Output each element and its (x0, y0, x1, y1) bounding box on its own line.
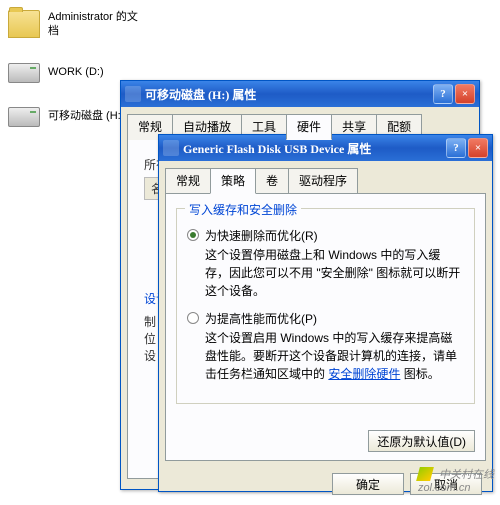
write-cache-group: 写入缓存和安全删除 为快速删除而优化(R) 这个设置停用磁盘上和 Windows… (176, 208, 475, 404)
ok-button[interactable]: 确定 (332, 473, 404, 495)
window-title: 可移动磁盘 (H:) 属性 (145, 86, 256, 103)
drive-icon (8, 63, 40, 83)
option-performance-desc: 这个设置启用 Windows 中的写入缓存来提高磁盘性能。要断开这个设备跟计算机… (205, 329, 464, 383)
tab-strip: 常规 策略 卷 驱动程序 (159, 161, 492, 193)
watermark-brand: 中关村在线 (439, 469, 494, 481)
close-button[interactable]: × (468, 138, 488, 158)
window-icon (163, 140, 179, 156)
option-performance[interactable]: 为提高性能而优化(P) (187, 310, 464, 327)
help-button[interactable]: ? (446, 138, 466, 158)
close-button[interactable]: × (455, 84, 475, 104)
radio-label: 为提高性能而优化(P) (205, 310, 317, 327)
option-quick-removal[interactable]: 为快速删除而优化(R) (187, 227, 464, 244)
option-quick-desc: 这个设置停用磁盘上和 Windows 中的写入缓存，因此您可以不用 "安全删除"… (205, 246, 464, 300)
tab-volumes[interactable]: 卷 (255, 168, 289, 194)
tab-policies[interactable]: 策略 (210, 168, 256, 194)
radio-icon[interactable] (187, 229, 199, 241)
radio-icon[interactable] (187, 312, 199, 324)
group-title: 写入缓存和安全删除 (185, 201, 301, 218)
desc-text: 图标。 (404, 367, 440, 381)
folder-icon (8, 10, 40, 38)
restore-defaults-button[interactable]: 还原为默认值(D) (368, 430, 475, 452)
drive-label: 可移动磁盘 (H:) (48, 109, 124, 123)
device-properties-window: Generic Flash Disk USB Device 属性 ? × 常规 … (158, 134, 493, 492)
watermark-icon (416, 467, 434, 481)
drive-label: WORK (D:) (48, 65, 104, 79)
watermark: 中关村在线 zol.com.cn (418, 466, 494, 494)
usb-drive-icon (8, 107, 40, 127)
tab-driver[interactable]: 驱动程序 (288, 168, 358, 194)
window-title: Generic Flash Disk USB Device 属性 (183, 140, 371, 157)
window-icon (125, 86, 141, 102)
folder-label: Administrator 的文 档 (48, 10, 142, 39)
tab-general[interactable]: 常规 (165, 168, 211, 194)
folder-documents[interactable]: Administrator 的文 档 (8, 10, 142, 39)
titlebar[interactable]: 可移动磁盘 (H:) 属性 ? × (121, 81, 479, 107)
radio-label: 为快速删除而优化(R) (205, 227, 318, 244)
help-button[interactable]: ? (433, 84, 453, 104)
safe-remove-link[interactable]: 安全删除硬件 (328, 367, 400, 381)
watermark-site: zol.com.cn (418, 482, 471, 494)
policies-panel: 写入缓存和安全删除 为快速删除而优化(R) 这个设置停用磁盘上和 Windows… (165, 193, 486, 461)
tab-hardware[interactable]: 硬件 (286, 114, 332, 140)
